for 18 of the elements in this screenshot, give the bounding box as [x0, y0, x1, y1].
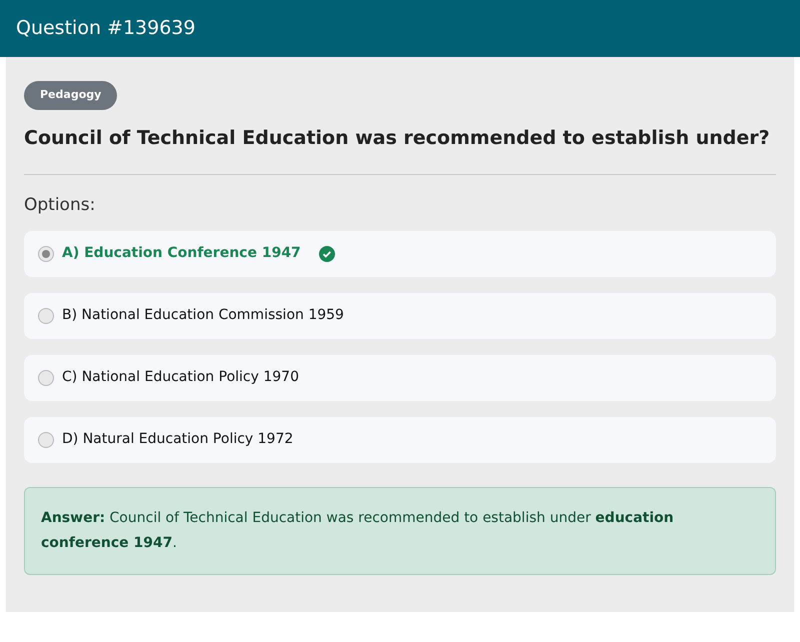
option-row[interactable]: B) National Education Commission 1959 [24, 292, 776, 338]
option-row[interactable]: D) Natural Education Policy 1972 [24, 416, 776, 462]
option-text: A) Education Conference 1947 [62, 244, 301, 263]
question-text: Council of Technical Education was recommended to establish under? [24, 126, 771, 150]
radio-button[interactable] [38, 432, 54, 448]
question-title: Question #139639 [16, 16, 196, 42]
options-label: Options: [24, 194, 96, 217]
option-text: C) National Education Policy 1970 [62, 368, 299, 387]
option-text: B) National Education Commission 1959 [62, 306, 344, 325]
radio-button[interactable] [38, 308, 54, 324]
option-text: D) Natural Education Policy 1972 [62, 430, 294, 449]
answer-text: Answer: Council of Technical Education was recommended to establish under education conference 1947. [41, 508, 675, 552]
radio-button[interactable] [38, 246, 54, 262]
check-circle-icon [318, 246, 335, 262]
radio-button[interactable] [38, 370, 54, 386]
option-row[interactable]: A) Education Conference 1947 [24, 230, 776, 276]
category-badge: Pedagogy [24, 81, 118, 110]
option-row[interactable]: C) National Education Policy 1970 [24, 354, 776, 400]
